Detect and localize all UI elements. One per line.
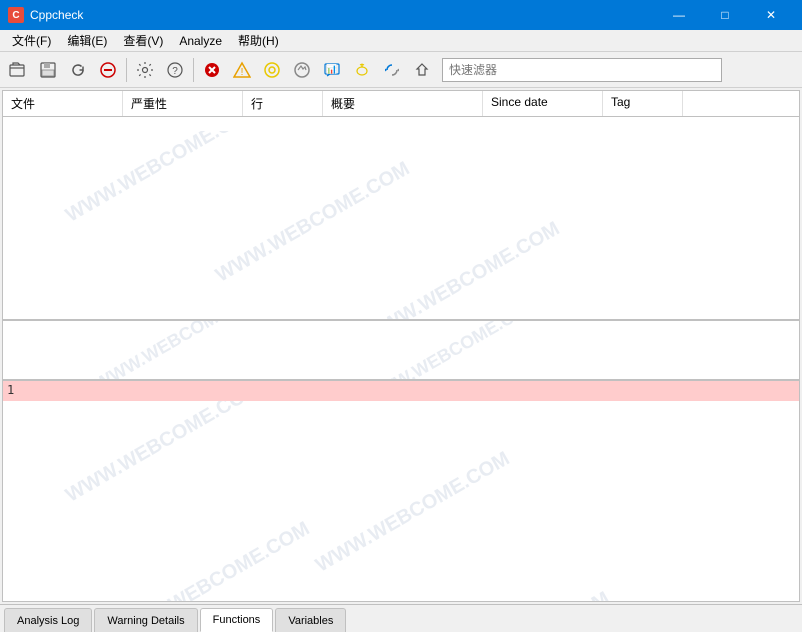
app-icon: C: [8, 7, 24, 23]
col-line-header: 行: [243, 91, 323, 116]
save-button[interactable]: [34, 56, 62, 84]
col-since-header: Since date: [483, 91, 603, 116]
reload-button[interactable]: [64, 56, 92, 84]
tab-analysis-log[interactable]: Analysis Log: [4, 608, 92, 632]
tab-functions[interactable]: Functions: [200, 608, 274, 632]
filter-input-wrapper: [442, 58, 722, 82]
menu-bar: 文件(F) 编辑(E) 查看(V) Analyze 帮助(H): [0, 30, 802, 52]
highlighted-line: [3, 381, 799, 401]
window-controls: — □ ✕: [656, 0, 794, 30]
menu-file[interactable]: 文件(F): [4, 30, 59, 52]
detail-panel: WWW.WEBCOME.COM WWW.WEBCOME.COM: [3, 321, 799, 381]
col-tag-header: Tag: [603, 91, 683, 116]
tab-variables[interactable]: Variables: [275, 608, 346, 632]
help-button[interactable]: ?: [161, 56, 189, 84]
svg-text:?: ?: [172, 66, 178, 77]
svg-text:📊: 📊: [326, 63, 337, 74]
results-table-panel: 文件 严重性 行 概要 Since date Tag WWW.WEBCOME.C…: [3, 91, 799, 321]
menu-help[interactable]: 帮助(H): [230, 30, 287, 52]
filter-input[interactable]: [442, 58, 722, 82]
error-filter-button[interactable]: [198, 56, 226, 84]
settings-button[interactable]: [131, 56, 159, 84]
menu-analyze[interactable]: Analyze: [171, 30, 230, 52]
warning-filter-button[interactable]: !: [228, 56, 256, 84]
bottom-tabs: Analysis Log Warning Details Functions V…: [0, 604, 802, 632]
menu-edit[interactable]: 编辑(E): [59, 30, 115, 52]
style-filter-button[interactable]: [258, 56, 286, 84]
col-summary-header: 概要: [323, 91, 483, 116]
unused-filter-button[interactable]: [348, 56, 376, 84]
minimize-button[interactable]: —: [656, 0, 702, 30]
line-number: 1: [7, 383, 14, 397]
col-file-header: 文件: [3, 91, 123, 116]
tab-warning-details[interactable]: Warning Details: [94, 608, 197, 632]
information-filter-button[interactable]: 📊: [318, 56, 346, 84]
toolbar-separator-2: [193, 58, 194, 82]
stop-button[interactable]: [94, 56, 122, 84]
compat-filter-button[interactable]: [378, 56, 406, 84]
title-bar: C Cppcheck — □ ✕: [0, 0, 802, 30]
performance-filter-button[interactable]: [288, 56, 316, 84]
table-header: 文件 严重性 行 概要 Since date Tag: [3, 91, 799, 117]
col-severity-header: 严重性: [123, 91, 243, 116]
maximize-button[interactable]: □: [702, 0, 748, 30]
portability-filter-button[interactable]: [408, 56, 436, 84]
toolbar: ? ! 📊: [0, 52, 802, 88]
close-button[interactable]: ✕: [748, 0, 794, 30]
toolbar-separator-1: [126, 58, 127, 82]
open-button[interactable]: [4, 56, 32, 84]
code-panel: 1 WWW.WEBCOME.COM WWW.WEBCOME.COM WWW.WE…: [3, 381, 799, 601]
menu-view[interactable]: 查看(V): [115, 30, 171, 52]
svg-text:!: !: [241, 67, 244, 78]
window-title: Cppcheck: [30, 8, 83, 22]
